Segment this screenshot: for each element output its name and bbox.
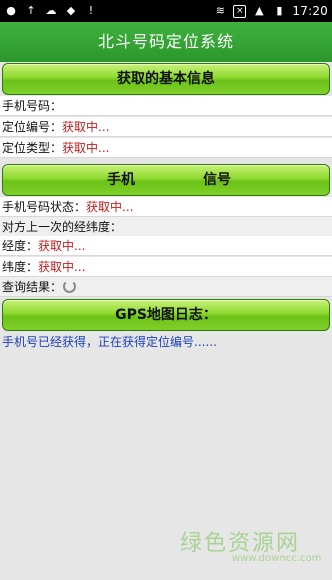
gps-log-button[interactable]: GPS地图日志： (2, 299, 330, 331)
log-text: 手机号已经获得，正在获得定位编号...... (2, 335, 217, 349)
upload-icon: ↑ (26, 4, 36, 17)
battery-icon: ▮ (276, 4, 283, 17)
locno-row: 定位编号：获取中... (0, 117, 332, 137)
lastpos-label: 对方上一次的经纬度： (2, 220, 123, 234)
phone-row: 手机号码： (0, 96, 332, 116)
clock: 17:20 (292, 4, 328, 18)
lat-value: 获取中... (38, 260, 86, 274)
watermark-url: www.downcc.com (232, 553, 322, 564)
lon-row: 经度：获取中... (0, 236, 332, 256)
alert-icon: ! (88, 4, 94, 17)
locno-value: 获取中... (62, 120, 110, 134)
basic-info-button[interactable]: 获取的基本信息 (2, 63, 330, 95)
app-title: 北斗号码定位系统 (0, 22, 332, 62)
signal-button[interactable]: 手机 信号 (2, 164, 330, 196)
lon-value: 获取中... (38, 239, 86, 253)
signal-icon: ▲ (255, 4, 264, 17)
lat-row: 纬度：获取中... (0, 257, 332, 277)
loctype-label: 定位类型： (2, 141, 63, 155)
signal-button-label-phone: 手机 (107, 172, 135, 188)
android-icon: ◆ (66, 4, 76, 17)
status-bar: ● ↑ ☁ ◆ ! ≋ × ▲ ▮ 17:20 (0, 0, 332, 22)
wifi-icon: ≋ (215, 4, 226, 17)
loctype-row: 定位类型：获取中... (0, 138, 332, 158)
loctype-value: 获取中... (62, 141, 110, 155)
query-row: 查询结果： (0, 277, 332, 297)
cloud-icon: ☁ (45, 4, 57, 17)
phone-value-masked (62, 100, 129, 113)
close-box-icon: × (233, 4, 247, 18)
query-label: 查询结果： (2, 280, 63, 294)
lat-label: 纬度： (2, 260, 39, 274)
phone-label: 手机号码： (2, 99, 63, 113)
lastpos-row: 对方上一次的经纬度： (0, 217, 332, 237)
signal-button-label-signal: 信号 (203, 172, 231, 188)
lon-label: 经度： (2, 239, 39, 253)
dot-icon: ● (6, 4, 16, 17)
status-value: 获取中... (86, 200, 134, 214)
loading-spinner-icon (63, 280, 77, 293)
status-row: 手机号码状态：获取中... (0, 197, 332, 217)
status-label: 手机号码状态： (2, 200, 87, 214)
locno-label: 定位编号： (2, 120, 63, 134)
